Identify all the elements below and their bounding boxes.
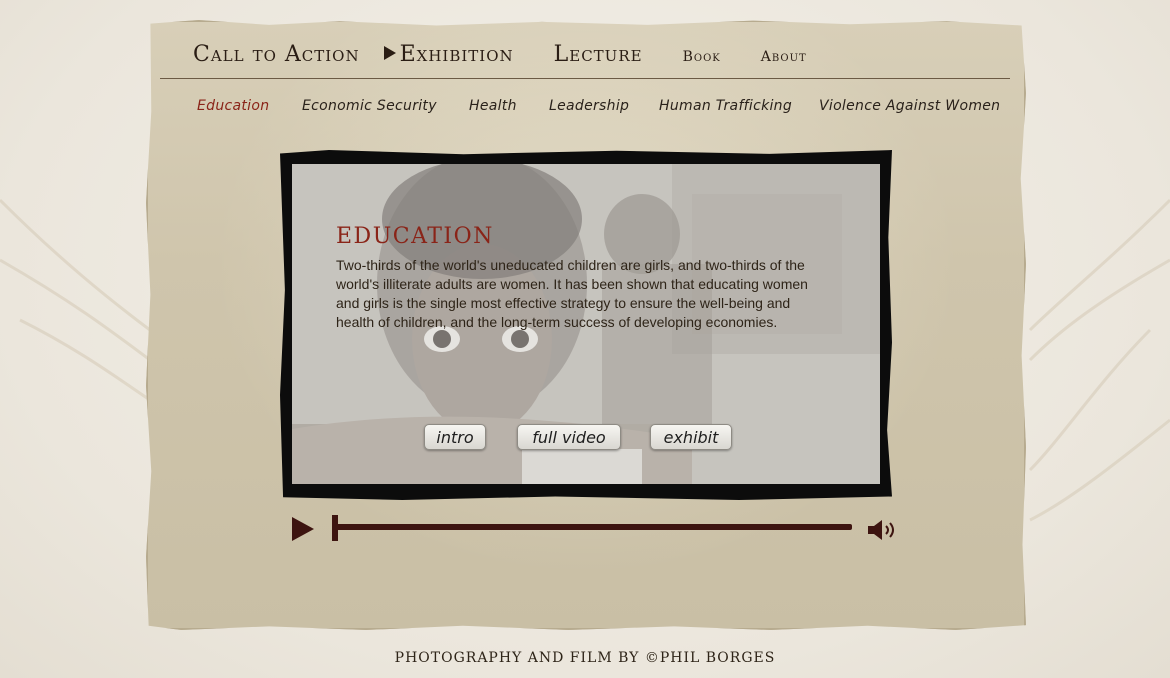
progress-bar[interactable] (332, 524, 852, 530)
section-description: Two-thirds of the world's uneducated chi… (336, 257, 808, 330)
top-navigation: Call to Action Exhibition Lecture Book A… (193, 42, 807, 76)
nav-book[interactable]: Book (683, 49, 721, 65)
footer-credit: PHOTOGRAPHY AND FILM BY ©PHIL BORGES (394, 650, 776, 666)
nav-lecture[interactable]: Lecture (554, 42, 643, 67)
nav-exhibition-label: Exhibition (399, 42, 514, 67)
video-panel[interactable]: EDUCATION Two-thirds of the world's uned… (292, 164, 880, 484)
intro-button[interactable]: intro (424, 424, 486, 450)
sub-navigation: Education Economic Security Health Leade… (0, 98, 1170, 122)
play-icon[interactable] (292, 517, 314, 541)
full-video-button[interactable]: full video (517, 424, 621, 450)
subnav-human-trafficking[interactable]: Human Trafficking (659, 98, 792, 114)
nav-divider (160, 78, 1010, 79)
nav-exhibition[interactable]: Exhibition (383, 42, 514, 67)
volume-icon[interactable] (866, 518, 900, 542)
subnav-violence-against-women[interactable]: Violence Against Women (819, 98, 1000, 114)
video-controls (290, 512, 900, 548)
nav-call-to-action[interactable]: Call to Action (193, 42, 360, 67)
subnav-economic-security[interactable]: Economic Security (302, 98, 437, 114)
nav-about[interactable]: About (761, 49, 807, 65)
section-title: EDUCATION (336, 224, 494, 249)
progress-handle[interactable] (332, 515, 338, 541)
subnav-health[interactable]: Health (469, 98, 517, 114)
exhibit-button[interactable]: exhibit (650, 424, 732, 450)
subnav-leadership[interactable]: Leadership (549, 98, 629, 114)
subnav-education[interactable]: Education (197, 98, 269, 114)
current-arrow-icon (383, 46, 396, 60)
